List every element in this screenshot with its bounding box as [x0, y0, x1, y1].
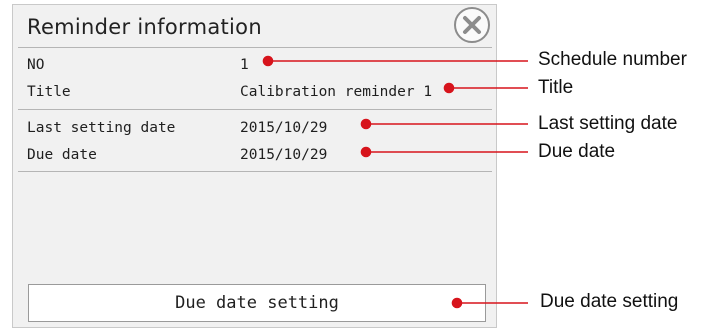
callout-label-due-date: Due date [538, 141, 616, 162]
callout-label-schedule-number: Schedule number [538, 49, 687, 70]
callout-dot-title [443, 82, 455, 94]
callout-dot-last-setting-date [360, 118, 372, 130]
callout-label-title: Title [538, 77, 574, 98]
callout-label-last-setting-date: Last setting date [538, 113, 678, 134]
callout-label-due-date-setting: Due date setting [540, 291, 679, 312]
callout-dot-due-date [360, 146, 372, 158]
callout-dot-schedule-number [262, 55, 274, 67]
callout-dot-due-date-setting [451, 297, 463, 309]
